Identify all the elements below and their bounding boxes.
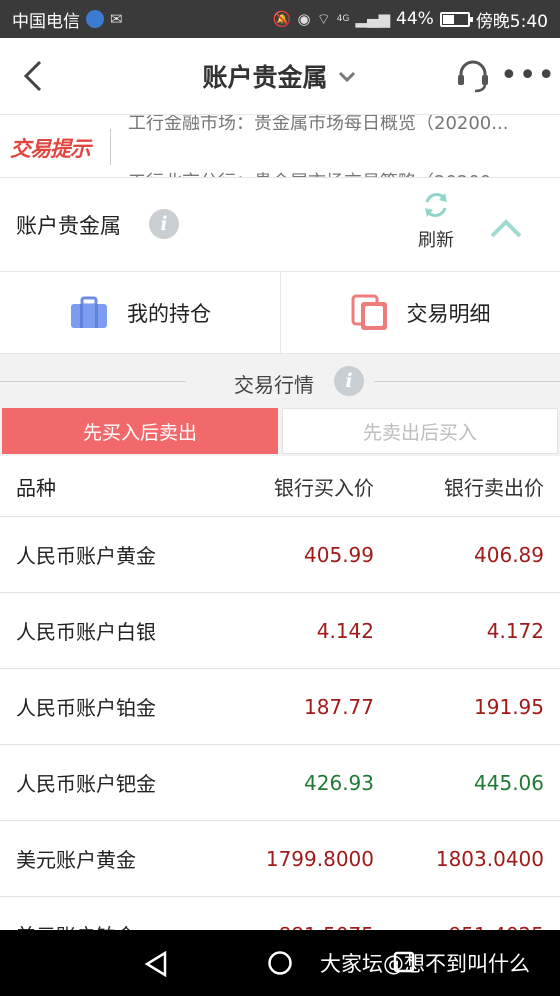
table-header: 品种 银行买入价 银行卖出价 <box>0 456 560 517</box>
battery-icon <box>439 11 473 27</box>
column-header-bank-buy: 银行买入价 <box>274 475 374 500</box>
clock: 傍晚5:40 <box>475 11 548 32</box>
nav-back-icon[interactable] <box>143 950 169 978</box>
my-positions-button[interactable]: 我的持仓 <box>0 272 280 354</box>
chevron-down-icon[interactable] <box>336 65 358 87</box>
documents-icon <box>351 294 387 330</box>
trade-tips-ticker[interactable]: 交易提示 工行金融市场：贵金属市场每日概览（20200... 工行北京分行：贵金… <box>0 114 560 178</box>
bank-buy-price: 4.142 <box>316 618 374 643</box>
eye-icon: ◉ <box>297 10 311 28</box>
bank-buy-price: 405.99 <box>304 542 374 567</box>
section-title: 账户贵金属 <box>16 214 121 238</box>
table-row[interactable]: 美元账户黄金 1799.8000 1803.0400 <box>0 821 560 897</box>
bank-sell-price: 1803.0400 <box>435 846 544 871</box>
back-button[interactable] <box>16 56 52 96</box>
signal-icon: ▂▄▆ <box>355 10 391 28</box>
back-arrow-icon <box>23 60 42 92</box>
wifi-icon: ⌔ <box>316 9 331 28</box>
info-icon[interactable]: i <box>334 366 364 396</box>
product-name: 人民币账户白银 <box>16 620 156 644</box>
app-header: 账户贵金属 ••• <box>0 38 560 114</box>
bank-sell-price: 445.06 <box>474 770 544 795</box>
product-name: 人民币账户黄金 <box>16 544 156 568</box>
mute-icon: 🔕 <box>272 10 292 28</box>
briefcase-icon <box>71 296 107 328</box>
trade-tips-logo: 交易提示 <box>10 137 91 161</box>
product-name: 人民币账户钯金 <box>16 772 156 796</box>
table-row[interactable]: 人民币账户钯金 426.93 445.06 <box>0 745 560 821</box>
nav-home-icon[interactable] <box>267 950 293 976</box>
chevron-up-icon <box>490 219 522 238</box>
market-label: 交易行情 <box>234 373 314 397</box>
sell-first-tab[interactable]: 先卖出后买入 <box>282 408 558 454</box>
bank-buy-price: 187.77 <box>304 694 374 719</box>
bank-buy-price: 1799.8000 <box>265 846 374 871</box>
bank-buy-price: 426.93 <box>304 770 374 795</box>
network-type: 4G <box>336 14 350 24</box>
quick-links: 我的持仓 交易明细 <box>0 272 560 354</box>
my-positions-label: 我的持仓 <box>127 302 211 326</box>
customer-service-button[interactable] <box>456 58 490 94</box>
divider-line <box>374 381 560 382</box>
collapse-button[interactable] <box>486 214 526 242</box>
price-table: 品种 银行买入价 银行卖出价 人民币账户黄金 405.99 406.89 人民币账户白… <box>0 456 560 973</box>
trade-details-button[interactable]: 交易明细 <box>280 272 560 354</box>
table-row[interactable]: 人民币账户铂金 187.77 191.95 <box>0 669 560 745</box>
bank-sell-price: 406.89 <box>474 542 544 567</box>
product-name: 美元账户黄金 <box>16 848 136 872</box>
bank-sell-price: 191.95 <box>474 694 544 719</box>
refresh-icon <box>425 193 447 217</box>
column-header-product: 品种 <box>16 475 56 500</box>
table-row[interactable]: 人民币账户白银 4.142 4.172 <box>0 593 560 669</box>
refresh-label: 刷新 <box>418 230 454 251</box>
page-title[interactable]: 账户贵金属 <box>202 58 327 94</box>
ticker-item[interactable]: 工行北京分行：贵金属市场交易策略（20200... <box>128 168 548 177</box>
system-nav-bar: 大家坛@想不到叫什么 <box>0 930 560 996</box>
trade-direction-toggle: 先买入后卖出 先卖出后买入 <box>0 408 560 456</box>
divider-line <box>0 381 186 382</box>
column-header-bank-sell: 银行卖出价 <box>444 475 544 500</box>
more-dots-icon: ••• <box>500 58 557 93</box>
bank-sell-price: 4.172 <box>486 618 544 643</box>
info-icon[interactable]: i <box>149 209 179 239</box>
buy-first-tab[interactable]: 先买入后卖出 <box>2 408 278 454</box>
notification-badge-icon <box>86 10 104 28</box>
carrier-label: 中国电信 <box>12 11 80 32</box>
ticker-item[interactable]: 工行金融市场：贵金属市场每日概览（20200... <box>128 115 548 135</box>
more-button[interactable]: ••• <box>500 61 555 91</box>
refresh-button[interactable]: 刷新 <box>406 190 466 260</box>
table-row[interactable]: 人民币账户黄金 405.99 406.89 <box>0 517 560 593</box>
market-section-header: 交易行情 i <box>0 354 560 408</box>
status-bar: 中国电信 ✉ 🔕 ◉ ⌔ 4G ▂▄▆ 44% 傍晚5:40 <box>0 0 560 38</box>
watermark: 大家坛@想不到叫什么 <box>320 952 530 976</box>
battery-percent: 44% <box>396 9 434 29</box>
ticker-divider <box>110 129 111 165</box>
section-header: 账户贵金属 i 刷新 <box>0 178 560 272</box>
wechat-icon: ✉ <box>110 10 123 28</box>
product-name: 人民币账户铂金 <box>16 696 156 720</box>
trade-details-label: 交易明细 <box>406 302 491 326</box>
headset-icon <box>458 60 488 93</box>
